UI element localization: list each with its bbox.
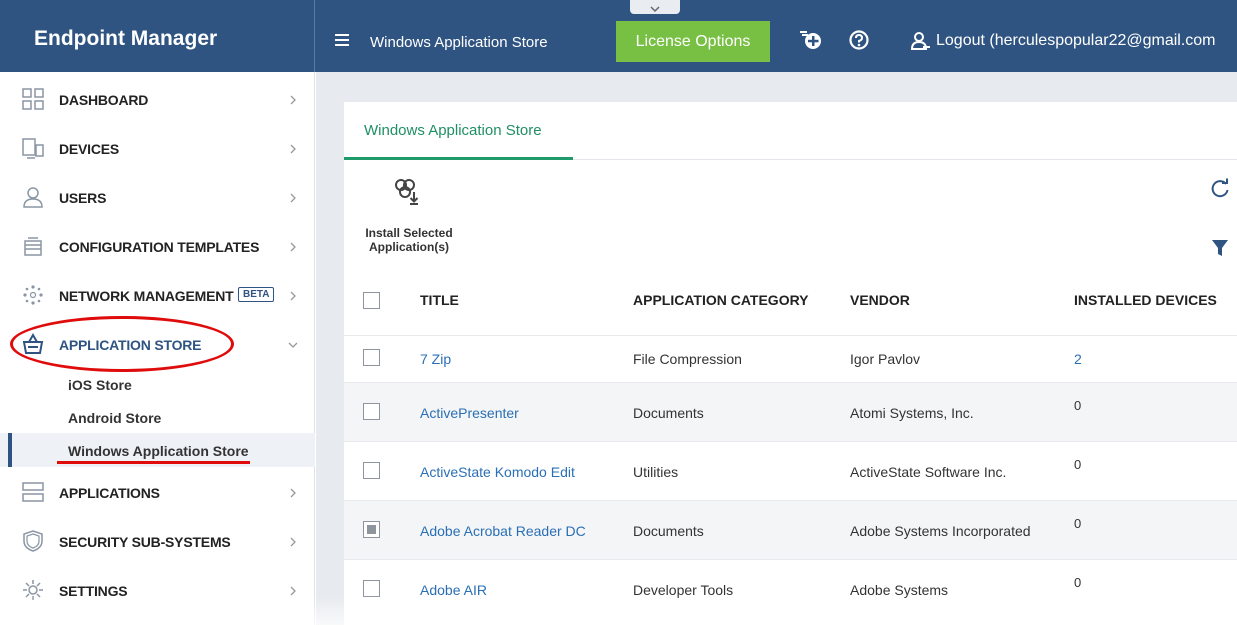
tab-windows-application-store[interactable]: Windows Application Store (364, 122, 542, 139)
annotation-underline (57, 461, 250, 464)
devices-icon (22, 138, 44, 159)
sidebar-item-label: USERS (59, 189, 107, 206)
chevron-down-icon (650, 6, 660, 13)
chevron-right-icon (290, 291, 296, 300)
install-label-line-2: Application(s) (369, 240, 449, 254)
sidebar: DASHBOARD DEVICES USERS CONFIGURATION TE… (0, 72, 315, 625)
install-applications-icon[interactable] (392, 176, 422, 210)
sidebar-item-label: SECURITY SUB-SYSTEMS (59, 533, 231, 550)
row-checkbox[interactable] (363, 580, 380, 597)
network-icon (23, 285, 43, 305)
chevron-down-icon (288, 342, 298, 348)
sidebar-item-label: DASHBOARD (59, 91, 149, 108)
app-vendor: Adobe Systems Incorporated (850, 523, 1031, 539)
chevron-right-icon (290, 242, 296, 251)
sub-item-android-store[interactable]: Android Store (68, 410, 161, 426)
filter-icon[interactable] (1211, 238, 1229, 258)
sidebar-item-label: SETTINGS (59, 582, 128, 599)
gear-icon (23, 580, 43, 600)
app-vendor: Igor Pavlov (850, 351, 921, 367)
app-category: Documents (633, 405, 704, 421)
row-checkbox[interactable] (363, 349, 380, 366)
logout-link[interactable]: Logout (herculespopular22@gmail.com (910, 31, 1216, 51)
install-selected-label[interactable]: Install Selected Application(s) (361, 226, 457, 254)
app-category: Documents (633, 523, 704, 539)
sidebar-item-network-management[interactable]: NETWORK MANAGEMENT BETA (0, 271, 315, 320)
logout-label: Logout (herculespopular22@gmail.com (936, 32, 1216, 49)
users-icon (23, 187, 43, 208)
column-header-vendor[interactable]: VENDOR (850, 292, 910, 308)
content-panel: Windows Application Store Install Select… (344, 102, 1237, 625)
annotation-ellipse (10, 316, 234, 372)
sidebar-item-settings[interactable]: SETTINGS (0, 566, 315, 615)
brand-title: Endpoint Manager (34, 27, 218, 50)
select-all-checkbox[interactable] (363, 292, 380, 309)
app-title-link[interactable]: Adobe Acrobat Reader DC (420, 523, 586, 539)
add-device-icon[interactable] (798, 29, 824, 51)
help-icon[interactable] (848, 29, 870, 51)
app-title-link[interactable]: 7 Zip (420, 351, 451, 367)
column-header-category[interactable]: APPLICATION CATEGORY (633, 292, 809, 308)
row-divider (344, 335, 1237, 336)
row-divider (344, 559, 1237, 560)
active-tab-indicator (344, 157, 573, 160)
applications-icon (22, 482, 44, 502)
sidebar-item-label: CONFIGURATION TEMPLATES (59, 238, 260, 255)
chevron-right-icon (290, 193, 296, 202)
installed-devices-count: 0 (1074, 516, 1082, 531)
row-divider (344, 441, 1237, 442)
app-title-link[interactable]: Adobe AIR (420, 582, 487, 598)
installed-devices-count: 0 (1074, 457, 1082, 472)
menu-toggle-icon[interactable] (335, 34, 349, 46)
row-checkbox[interactable] (363, 521, 380, 538)
chevron-right-icon (290, 488, 296, 497)
license-options-button[interactable]: License Options (616, 21, 770, 62)
beta-badge: BETA (238, 287, 275, 302)
app-category: Utilities (633, 464, 679, 480)
installed-devices-link[interactable]: 2 (1074, 351, 1082, 367)
app-vendor: ActiveState Software Inc. (850, 464, 1007, 480)
sidebar-item-configuration-templates[interactable]: CONFIGURATION TEMPLATES (0, 222, 315, 271)
column-header-title[interactable]: TITLE (420, 292, 459, 308)
brand: Endpoint Manager (0, 0, 315, 72)
sidebar-item-users[interactable]: USERS (0, 173, 315, 222)
app-vendor: Adobe Systems (850, 582, 949, 598)
main-content: Windows Application Store Install Select… (316, 72, 1237, 625)
row-checkbox[interactable] (363, 403, 380, 420)
column-header-installed-devices[interactable]: INSTALLED DEVICES (1074, 292, 1217, 308)
app-category: Developer Tools (633, 582, 734, 598)
installed-devices-count: 0 (1074, 398, 1082, 413)
app-title-link[interactable]: ActivePresenter (420, 405, 519, 421)
page-title: Windows Application Store (370, 34, 548, 51)
sidebar-item-security-sub-systems[interactable]: SECURITY SUB-SYSTEMS (0, 517, 315, 566)
app-title-link[interactable]: ActiveState Komodo Edit (420, 464, 575, 480)
user-icon (910, 32, 930, 50)
refresh-icon[interactable] (1209, 178, 1231, 200)
app-vendor: Atomi Systems, Inc. (850, 405, 974, 421)
collapse-header-button[interactable] (630, 0, 680, 14)
chevron-right-icon (290, 537, 296, 546)
chevron-right-icon (290, 586, 296, 595)
sidebar-item-applications[interactable]: APPLICATIONS (0, 468, 315, 517)
dashboard-icon (22, 88, 44, 110)
chevron-right-icon (290, 95, 296, 104)
shield-icon (23, 530, 43, 552)
install-label-line-1: Install Selected (365, 226, 453, 240)
sidebar-item-devices[interactable]: DEVICES (0, 124, 315, 173)
sidebar-item-label: APPLICATIONS (59, 484, 160, 501)
active-indicator (8, 433, 12, 467)
sidebar-item-label: DEVICES (59, 140, 120, 157)
chevron-right-icon (290, 144, 296, 153)
sidebar-item-dashboard[interactable]: DASHBOARD (0, 75, 315, 124)
top-bar: Endpoint Manager Windows Application Sto… (0, 0, 1237, 72)
templates-icon (24, 237, 42, 256)
sub-item-ios-store[interactable]: iOS Store (68, 377, 132, 393)
sidebar-item-label: NETWORK MANAGEMENT (59, 287, 234, 304)
installed-devices-count: 0 (1074, 575, 1082, 590)
sub-item-windows-application-store[interactable]: Windows Application Store (68, 443, 249, 459)
row-checkbox[interactable] (363, 462, 380, 479)
app-category: File Compression (633, 351, 742, 367)
